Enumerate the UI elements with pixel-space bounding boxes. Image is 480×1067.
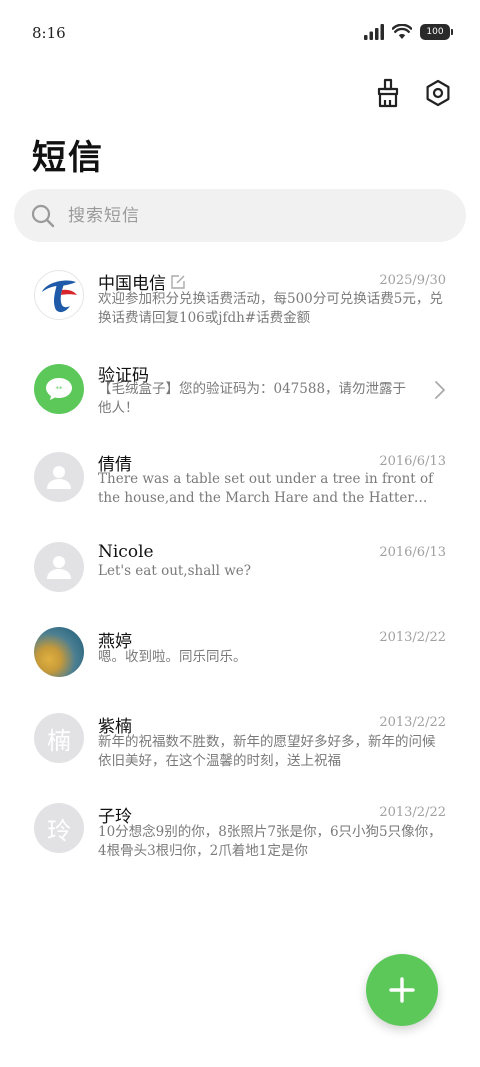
initial-avatar: 楠 [34, 713, 84, 763]
message-date: 2013/2/22 [379, 715, 446, 730]
battery-icon: 100 [420, 24, 453, 40]
settings-button[interactable] [422, 76, 454, 110]
message-item[interactable]: 玲 子玲 2013/2/22 10分想念9别的你，8张照片7张是你，6只小狗5只… [0, 798, 480, 886]
status-icons: 100 [364, 24, 453, 40]
sms-bubble-icon: ** [34, 364, 84, 414]
sender-name: Nicole [98, 542, 154, 562]
message-item[interactable]: 燕婷 2013/2/22 嗯。收到啦。同乐同乐。 [0, 624, 480, 694]
message-preview: 10分想念9别的你，8张照片7张是你，6只小狗5只像你，4根骨头3根归你，2爪着… [98, 824, 442, 859]
battery-level: 100 [426, 27, 444, 37]
initial-avatar: 玲 [34, 803, 84, 853]
person-icon [34, 542, 84, 592]
gear-icon [426, 79, 450, 107]
message-date: 2013/2/22 [379, 630, 446, 645]
new-message-button[interactable] [366, 954, 438, 1026]
message-preview: There was a table set out under a tree i… [98, 471, 434, 506]
message-preview: 【毛绒盒子】您的验证码为：047588，请勿泄露于他人！ [98, 381, 407, 416]
person-icon [34, 452, 84, 502]
search-input[interactable] [68, 205, 428, 226]
message-item[interactable]: 倩倩 2016/6/13 There was a table set out u… [0, 446, 480, 534]
china-telecom-logo-icon [34, 270, 84, 320]
message-date: 2016/6/13 [379, 454, 446, 469]
brush-icon [377, 78, 399, 108]
plus-icon [389, 977, 415, 1003]
page-title: 短信 [32, 138, 104, 178]
message-sender: Nicole [98, 542, 154, 562]
message-preview: 欢迎参加积分兑换话费活动，每500分可兑换话费5元，兑换话费请回复106或jfd… [98, 291, 443, 326]
message-item[interactable]: 楠 紫楠 2013/2/22 新年的祝福数不胜数，新年的愿望好多好多，新年的问候… [0, 708, 480, 796]
chevron-right-icon [435, 381, 445, 399]
message-preview: 新年的祝福数不胜数，新年的愿望好多好多，新年的问候依旧美好，在这个温馨的时刻，送… [98, 734, 436, 769]
message-item[interactable]: ** 验证码 【毛绒盒子】您的验证码为：047588，请勿泄露于他人！ [0, 356, 480, 444]
wifi-icon [392, 24, 412, 39]
search-icon [31, 204, 55, 227]
photo-avatar [34, 627, 84, 677]
message-date: 2025/9/30 [379, 273, 446, 288]
message-item[interactable]: Nicole 2016/6/13 Let's eat out,shall we? [0, 536, 480, 606]
status-bar: 8:16 100 [0, 0, 480, 66]
message-item[interactable]: 中国电信 2025/9/30 欢迎参加积分兑换话费活动，每500分可兑换话费5元… [0, 258, 480, 346]
signal-icon [364, 24, 384, 40]
svg-text:**: ** [56, 385, 64, 393]
search-bar[interactable] [14, 189, 466, 242]
edit-icon [171, 274, 185, 289]
clean-button[interactable] [372, 76, 404, 110]
message-preview: Let's eat out,shall we? [98, 563, 251, 579]
status-time: 8:16 [32, 24, 66, 42]
message-date: 2016/6/13 [379, 545, 446, 560]
message-date: 2013/2/22 [379, 805, 446, 820]
top-actions [372, 76, 454, 110]
message-preview: 嗯。收到啦。同乐同乐。 [98, 649, 247, 665]
